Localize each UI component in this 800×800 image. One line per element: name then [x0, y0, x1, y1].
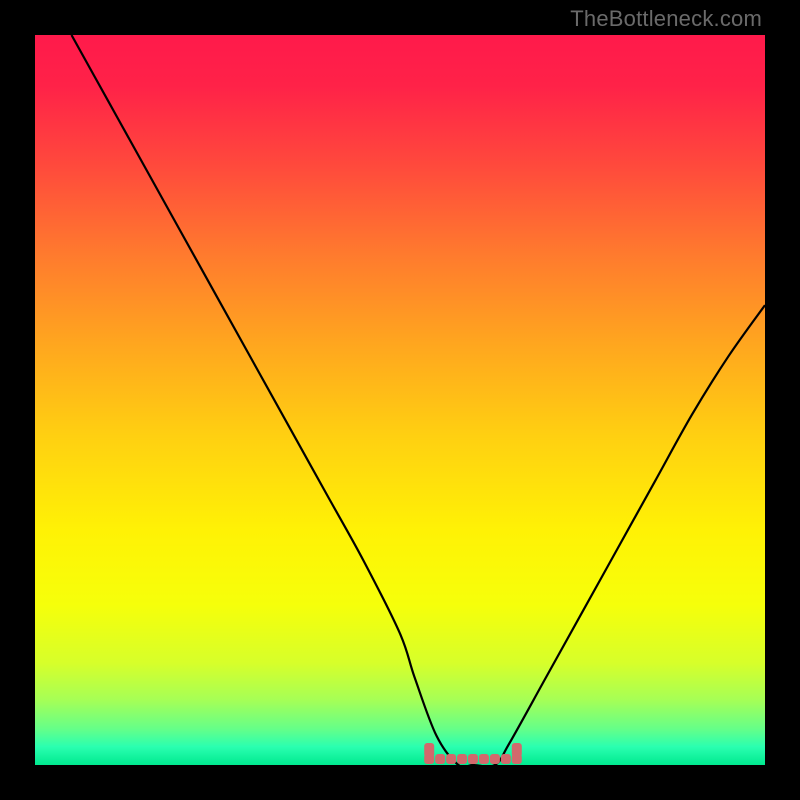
flat-marker: [490, 754, 500, 764]
flat-marker: [435, 754, 445, 764]
chart-frame: TheBottleneck.com: [0, 0, 800, 800]
flat-marker: [479, 754, 489, 764]
flat-marker: [501, 754, 511, 764]
flat-marker: [446, 754, 456, 764]
bottleneck-curve: [35, 35, 765, 765]
plot-area: [35, 35, 765, 765]
flat-marker-end: [512, 743, 522, 757]
flat-marker: [457, 754, 467, 764]
flat-marker: [468, 754, 478, 764]
watermark-text: TheBottleneck.com: [570, 6, 762, 32]
flat-marker-end: [424, 743, 434, 757]
curve-line: [72, 35, 766, 765]
